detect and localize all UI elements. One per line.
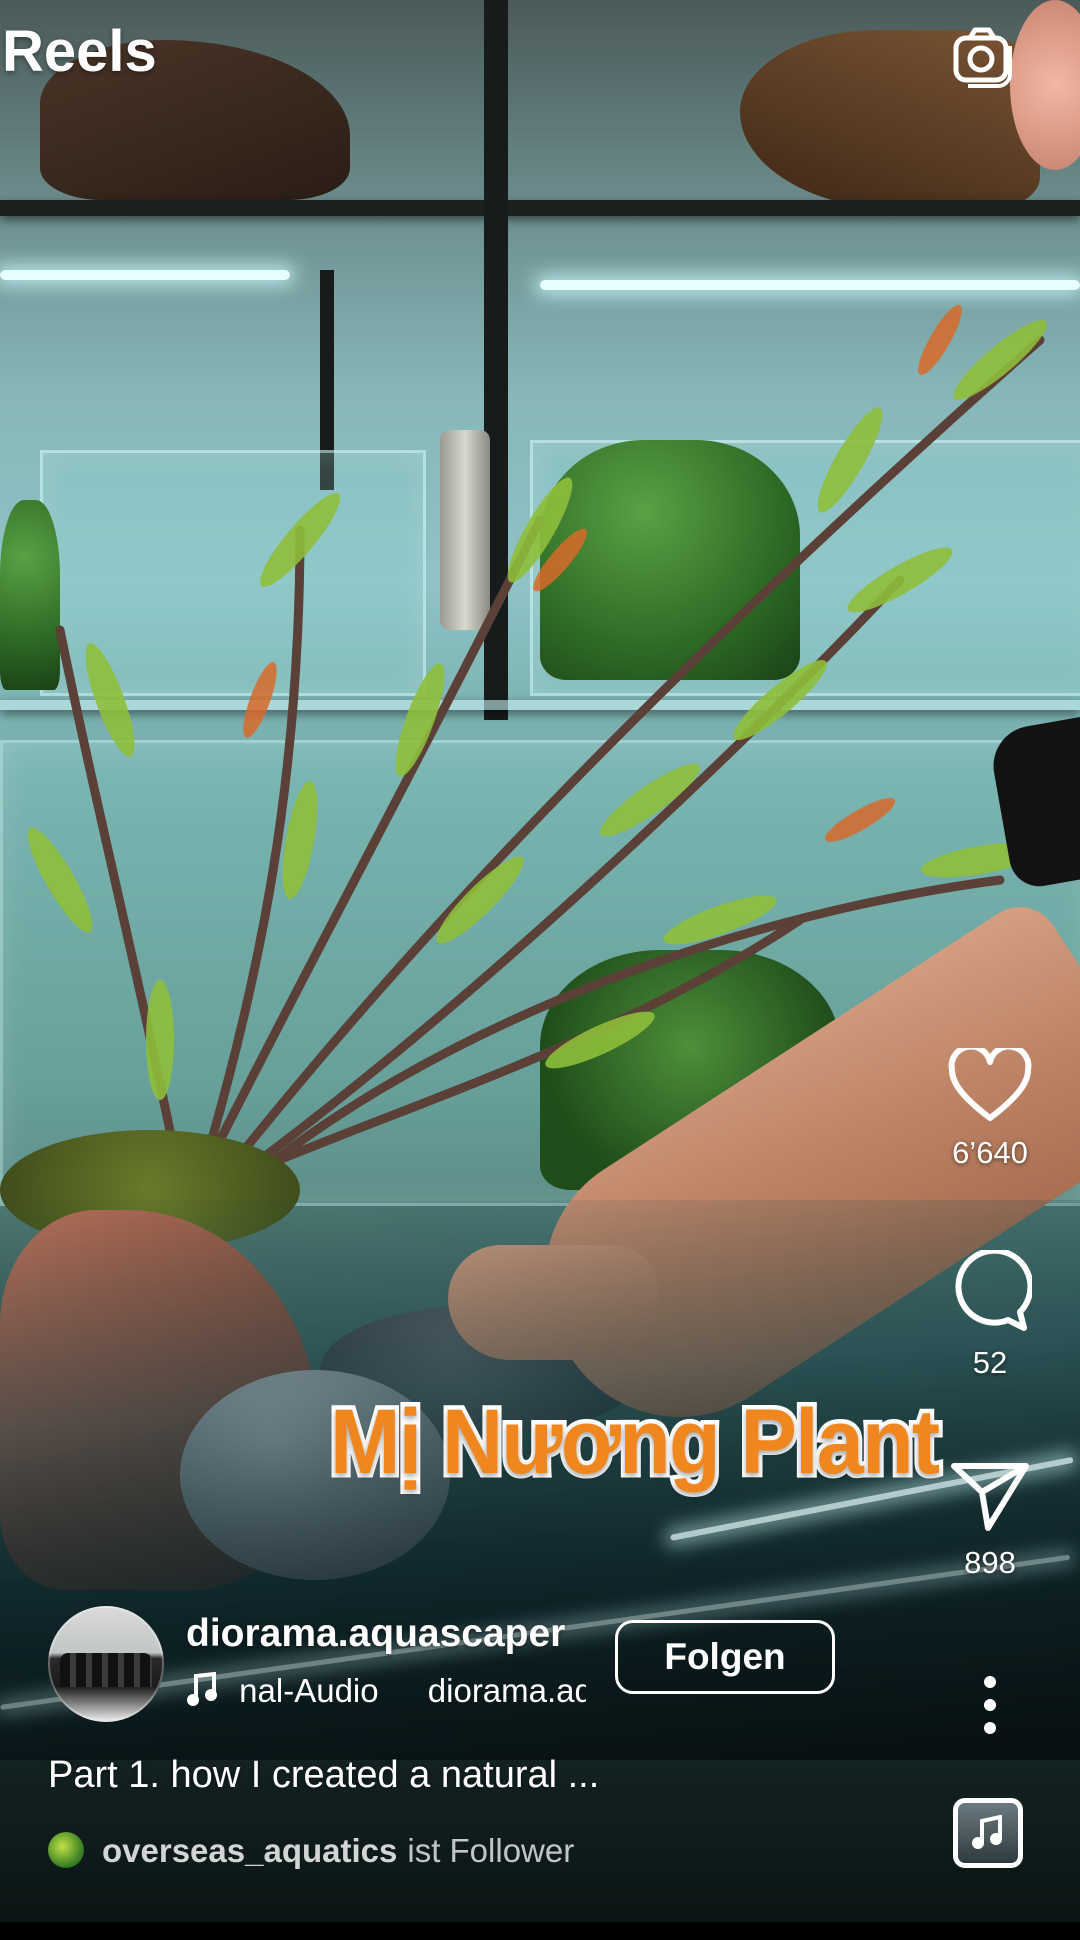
led-light-left xyxy=(0,270,290,280)
audio-title: nal-Audio xyxy=(239,1672,379,1709)
audio-thumbnail-button[interactable] xyxy=(953,1798,1023,1868)
camera-icon xyxy=(953,27,1012,88)
follower-suffix: ist Follower xyxy=(407,1832,575,1869)
page-title: Reels xyxy=(2,19,157,84)
follower-username: overseas_aquatics xyxy=(102,1832,398,1869)
like-button[interactable]: 6’640 xyxy=(930,1043,1050,1171)
follow-button[interactable]: Folgen xyxy=(615,1620,835,1694)
audio-author: diorama.aquascaper xyxy=(427,1672,586,1709)
video-overlay-caption: Mị Nương Plant xyxy=(326,1387,944,1498)
audio-info-row[interactable]: nal-Audio diorama.aquascaper xyxy=(186,1672,586,1718)
reels-screen: Mị Nương Plant Reels 6’640 52 898 dioram… xyxy=(0,0,1080,1940)
post-caption[interactable]: Part 1. how I created a natural ... xyxy=(48,1754,599,1797)
shelf-upper xyxy=(0,200,1080,216)
paper-plane-icon xyxy=(951,1463,1029,1531)
heart-icon xyxy=(948,1043,1032,1121)
music-note-icon xyxy=(972,1815,1002,1849)
comment-button[interactable]: 52 xyxy=(930,1247,1050,1381)
mutual-follower-row[interactable]: overseas_aquatics ist Follower xyxy=(48,1832,574,1870)
author-avatar[interactable] xyxy=(48,1606,164,1722)
comment-count: 52 xyxy=(972,1345,1008,1380)
share-button[interactable]: 898 xyxy=(930,1460,1050,1581)
bottom-edge xyxy=(0,1922,1080,1940)
more-options-button[interactable] xyxy=(960,1670,1020,1740)
camera-button[interactable] xyxy=(948,22,1020,90)
comment-bubble-icon xyxy=(955,1247,1034,1331)
follower-avatar xyxy=(48,1832,84,1868)
more-vertical-icon xyxy=(984,1676,996,1734)
music-note-icon xyxy=(186,1672,222,1714)
author-username[interactable]: diorama.aquascaper xyxy=(186,1612,565,1656)
like-count: 6’640 xyxy=(952,1135,1028,1170)
share-count: 898 xyxy=(964,1545,1016,1580)
